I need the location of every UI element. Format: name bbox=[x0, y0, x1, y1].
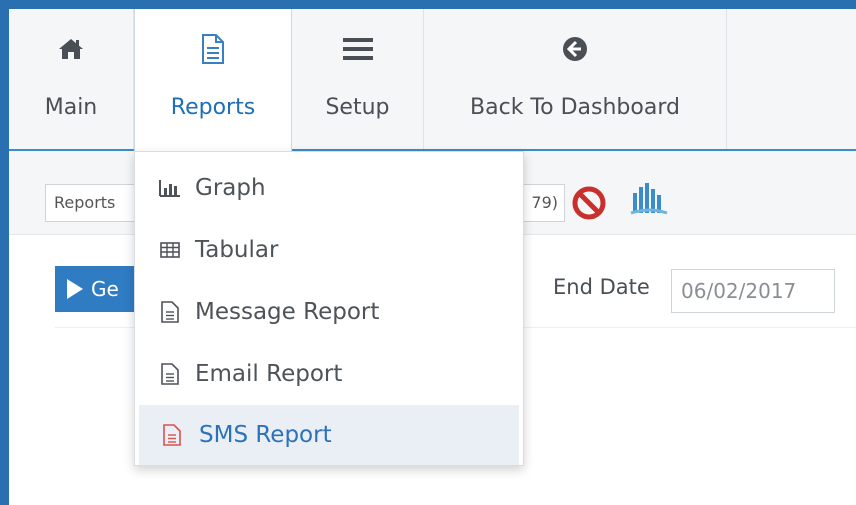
menu-item-graph-label: Graph bbox=[195, 175, 266, 201]
home-icon bbox=[58, 33, 84, 65]
top-border bbox=[0, 0, 856, 9]
file-text-icon bbox=[135, 301, 193, 323]
menu-item-email-report-label: Email Report bbox=[195, 361, 343, 387]
nav-item-back-to-dashboard[interactable]: Back To Dashboard bbox=[424, 9, 727, 149]
bar-chart-icon bbox=[135, 179, 193, 197]
nav-item-setup[interactable]: Setup bbox=[292, 9, 424, 149]
nav-label-reports: Reports bbox=[170, 95, 256, 120]
menu-item-message-report[interactable]: Message Report bbox=[135, 282, 523, 342]
bars-icon bbox=[342, 33, 373, 65]
nav-label-back-to-dashboard: Back To Dashboard bbox=[470, 95, 680, 120]
play-icon bbox=[67, 279, 83, 299]
generate-button-label: Ge bbox=[91, 277, 119, 301]
arrow-circle-left-icon bbox=[562, 33, 588, 65]
file-text-icon bbox=[135, 363, 193, 385]
nav-label-setup: Setup bbox=[325, 95, 390, 120]
table-icon bbox=[135, 242, 193, 258]
menu-item-graph[interactable]: Graph bbox=[135, 158, 523, 218]
end-date-label: End Date bbox=[553, 275, 650, 299]
menu-item-tabular-label: Tabular bbox=[195, 237, 279, 263]
document-icon bbox=[201, 33, 225, 65]
nav-item-main[interactable]: Main bbox=[9, 9, 134, 149]
menu-item-message-report-label: Message Report bbox=[195, 299, 380, 325]
main-navbar: Main Reports Setup Back To Dashboard bbox=[9, 9, 856, 151]
reports-dropdown-menu: Graph Tabular Message Report Email Repor… bbox=[134, 151, 524, 466]
left-border bbox=[0, 0, 9, 505]
cancel-icon[interactable] bbox=[571, 185, 607, 225]
menu-item-email-report[interactable]: Email Report bbox=[135, 344, 523, 404]
file-text-icon bbox=[139, 424, 197, 446]
nav-item-reports[interactable]: Reports bbox=[134, 9, 292, 151]
column-chart-icon[interactable] bbox=[629, 179, 669, 223]
menu-item-sms-report-label: SMS Report bbox=[199, 422, 332, 448]
end-date-input[interactable]: 06/02/2017 bbox=[671, 269, 835, 313]
nav-label-main: Main bbox=[44, 95, 98, 120]
menu-item-tabular[interactable]: Tabular bbox=[135, 220, 523, 280]
menu-item-sms-report[interactable]: SMS Report bbox=[139, 405, 519, 465]
